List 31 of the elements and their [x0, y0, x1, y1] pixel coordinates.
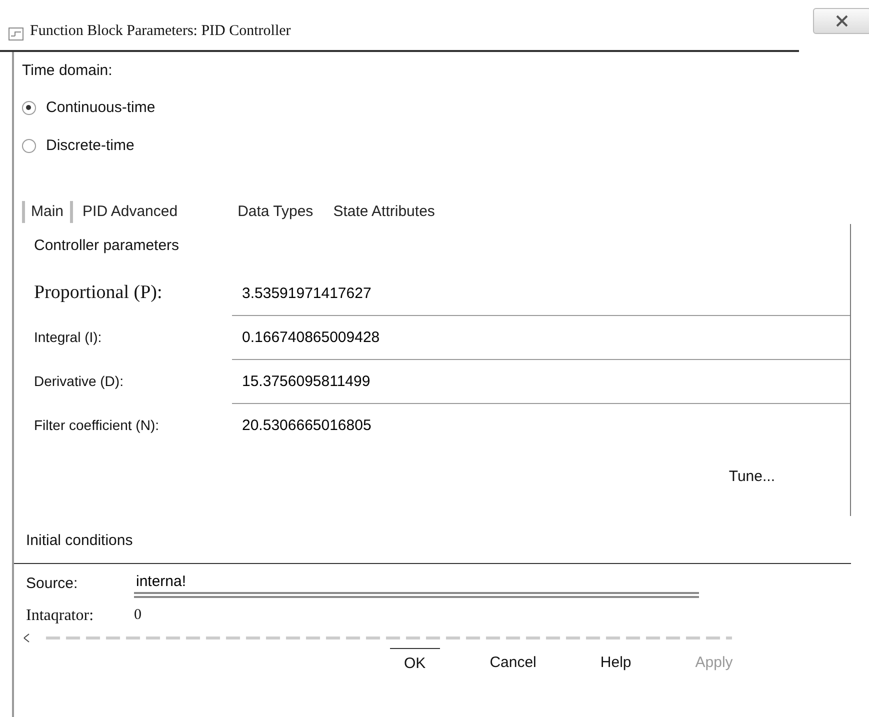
- parameter-field[interactable]: 3.53591971417627: [232, 272, 851, 316]
- dialog-button[interactable]: Cancel: [476, 648, 550, 679]
- field-label: Source:: [25, 574, 79, 594]
- field-label: Intaqrator:: [25, 606, 95, 626]
- field-label: Integral (I):: [33, 328, 103, 347]
- close-button[interactable]: [813, 8, 869, 34]
- radio-label[interactable]: Continuous-time: [46, 97, 156, 120]
- dialog-button[interactable]: Help: [586, 648, 646, 679]
- field-label: Proportional (P):: [33, 281, 164, 306]
- tune-button[interactable]: Tune...: [714, 462, 789, 492]
- close-icon: [835, 15, 849, 27]
- parameter-field[interactable]: 0.166740865009428: [232, 316, 851, 360]
- tab[interactable]: PID Advanced: [72, 200, 188, 223]
- tab[interactable]: State Attributes: [323, 200, 445, 223]
- app-icon: [8, 26, 24, 42]
- tab[interactable]: Main: [22, 200, 73, 223]
- field-label: Derivative (D):: [33, 372, 124, 391]
- field-value: 0: [134, 606, 142, 626]
- radio-button[interactable]: [22, 101, 36, 116]
- section-label: Controller parameters: [34, 236, 180, 256]
- parameter-field[interactable]: 20.5306665016805: [232, 404, 851, 448]
- radio-label[interactable]: Discrete-time: [46, 134, 134, 157]
- tab[interactable]: Data Types: [228, 200, 324, 223]
- section-label: Initial conditions: [26, 532, 133, 549]
- field-label: Filter coefficient (N):: [33, 416, 160, 435]
- section-label: Time domain:: [22, 60, 112, 80]
- radio-button[interactable]: [22, 138, 36, 153]
- source-dropdown[interactable]: interna!: [134, 572, 699, 598]
- parameter-field[interactable]: 15.3756095811499: [232, 360, 851, 404]
- window-title: Function Block Parameters: PID Controller: [30, 22, 291, 40]
- dialog-button[interactable]: OK: [390, 648, 440, 679]
